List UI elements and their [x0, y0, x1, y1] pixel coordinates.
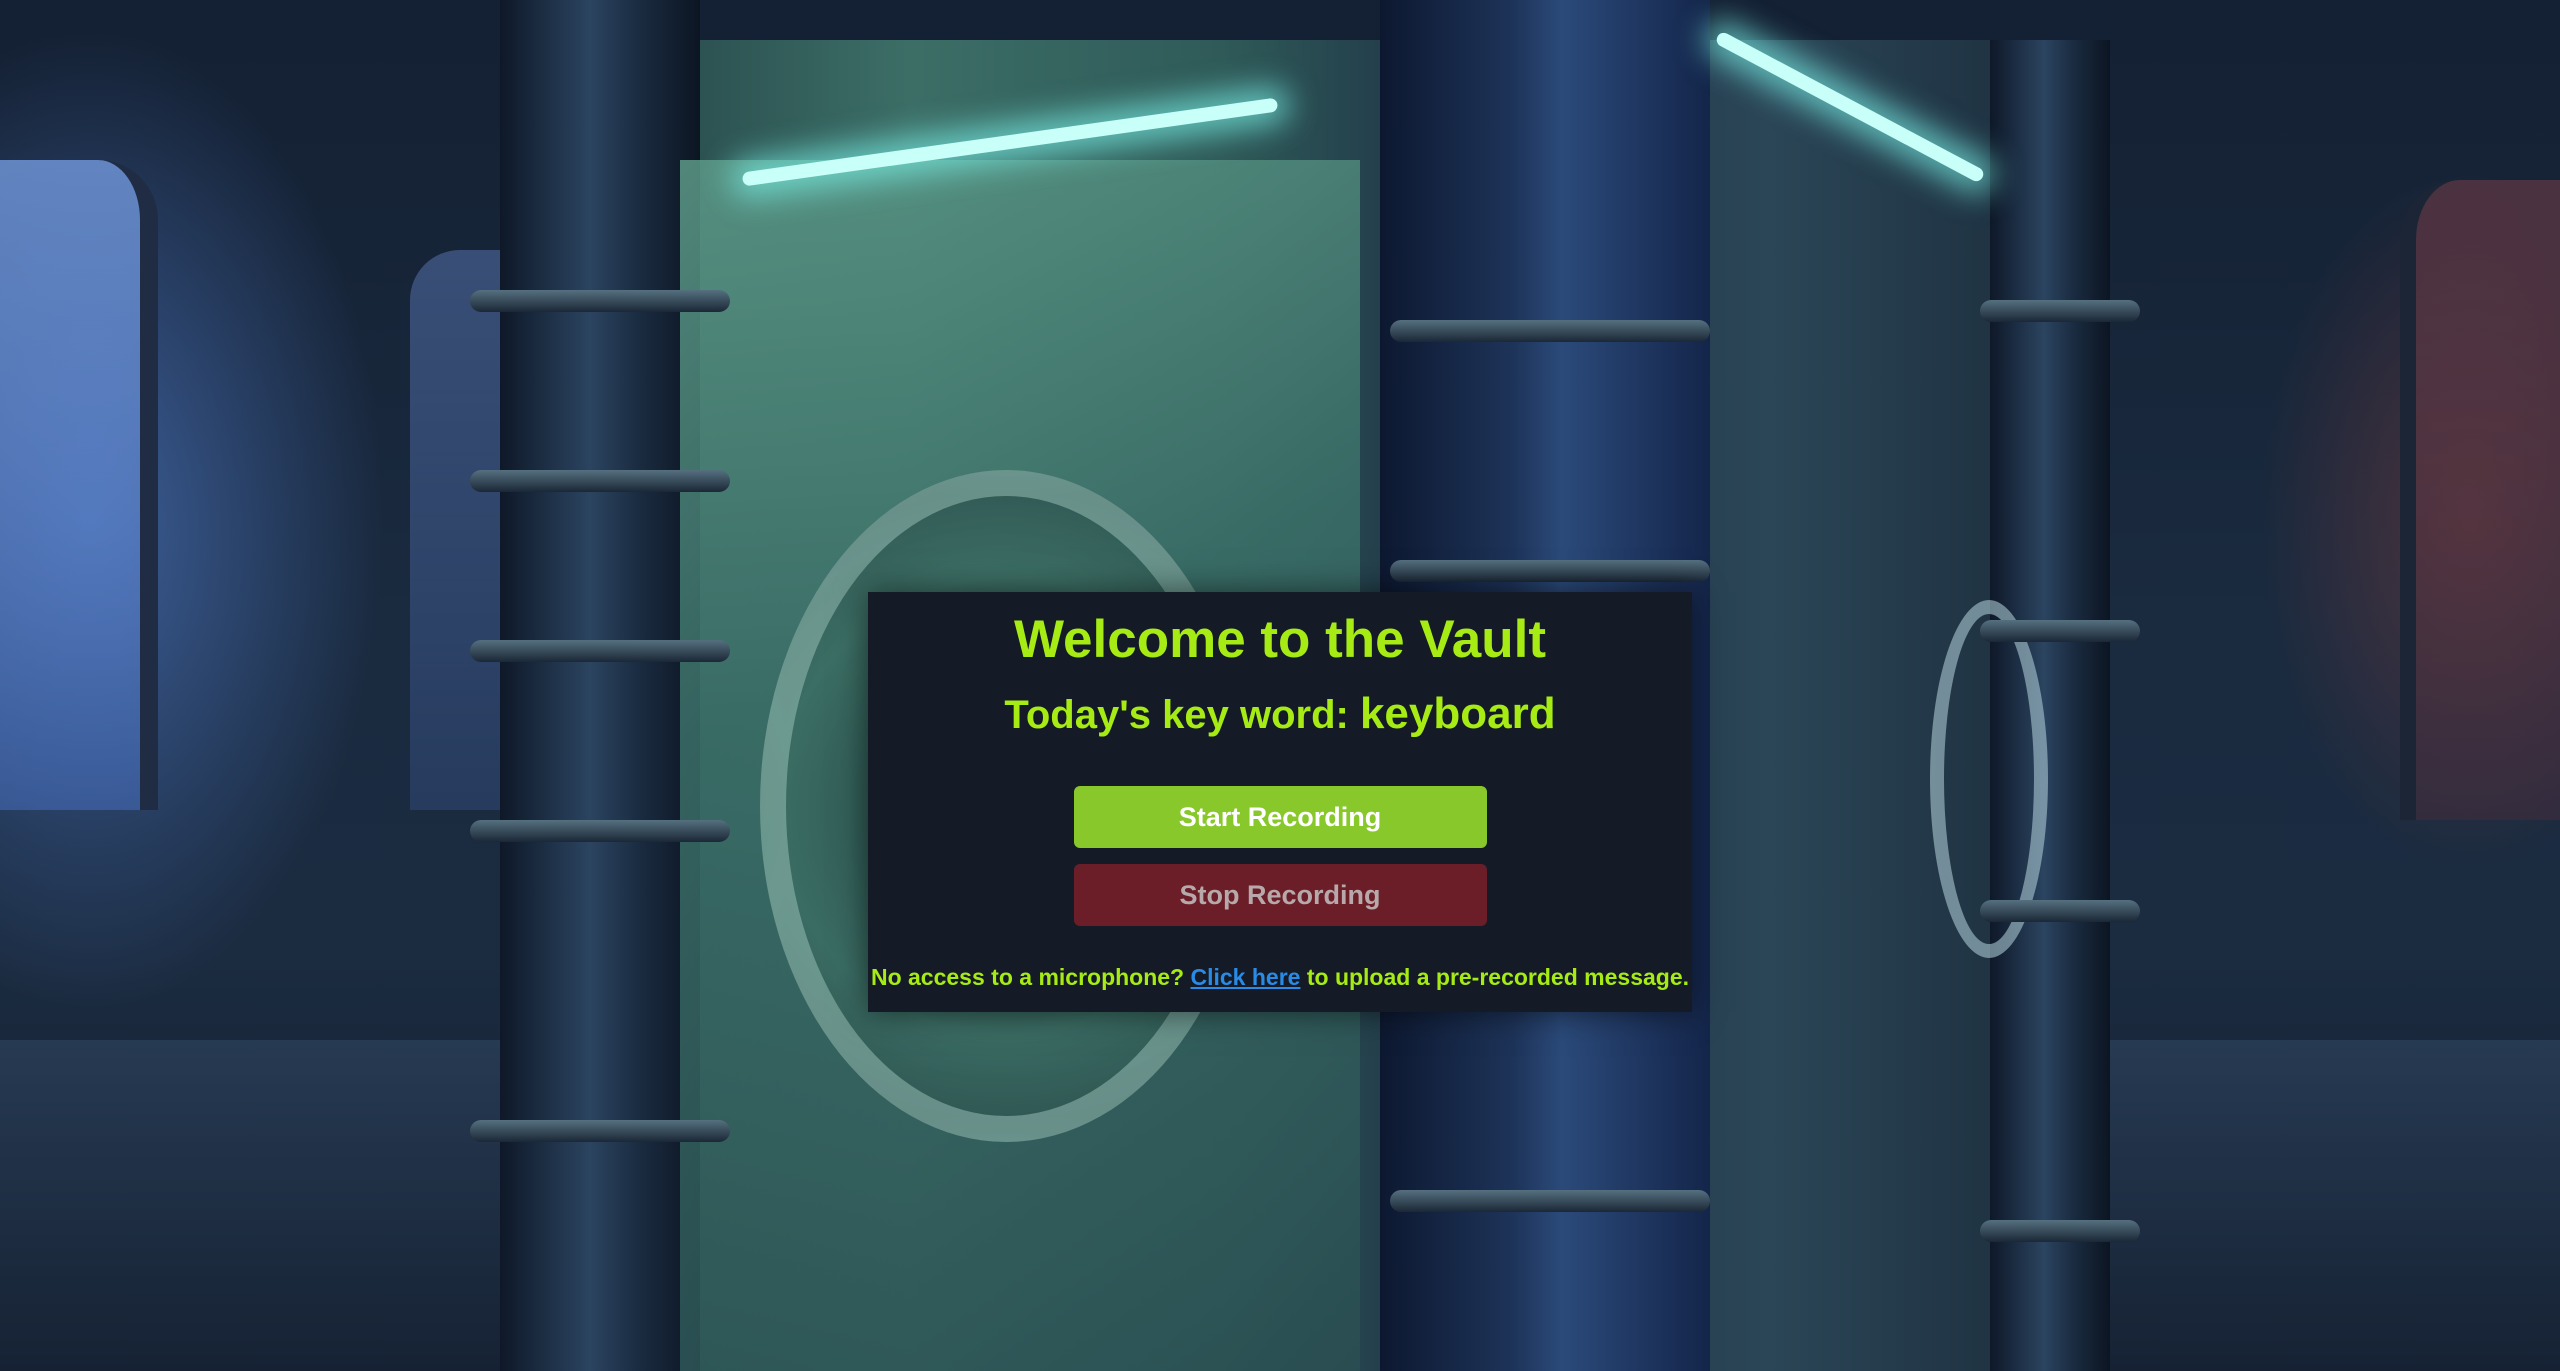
- right-window: [2400, 180, 2560, 820]
- upload-hint-text-end: to upload a pre-recorded message.: [1300, 964, 1690, 991]
- column-ring: [1390, 560, 1710, 582]
- pillar-ring: [470, 290, 730, 312]
- pillar-ring: [1980, 300, 2140, 322]
- left-inner-window: [410, 250, 500, 810]
- pillar-ring: [470, 640, 730, 662]
- upload-hint-text: No access to a microphone?: [870, 964, 1191, 991]
- vault-dialog: Welcome to the Vault Today's key word: k…: [868, 592, 1692, 1012]
- pillar-ring: [1980, 900, 2140, 922]
- left-pillar: [500, 0, 700, 1371]
- pillar-ring: [470, 820, 730, 842]
- pillar-ring: [470, 1120, 730, 1142]
- start-recording-button[interactable]: Start Recording: [1073, 786, 1487, 849]
- pillar-ring: [470, 470, 730, 492]
- stop-recording-button[interactable]: Stop Recording: [1073, 864, 1487, 927]
- column-ring: [1390, 1190, 1710, 1212]
- upload-hint: No access to a microphone? Click here to…: [868, 964, 1692, 991]
- left-window: [0, 160, 158, 810]
- upload-link[interactable]: Click here: [1191, 964, 1301, 990]
- pillar-ring: [1980, 1220, 2140, 1242]
- pillar-ring: [1980, 620, 2140, 642]
- keyword-value: keyboard: [1359, 688, 1556, 738]
- keyword-heading: Today's key word: keyboard: [868, 685, 1692, 742]
- column-ring: [1390, 320, 1710, 342]
- keyword-label: Today's key word:: [1004, 692, 1360, 737]
- page-title: Welcome to the Vault: [1013, 610, 1547, 669]
